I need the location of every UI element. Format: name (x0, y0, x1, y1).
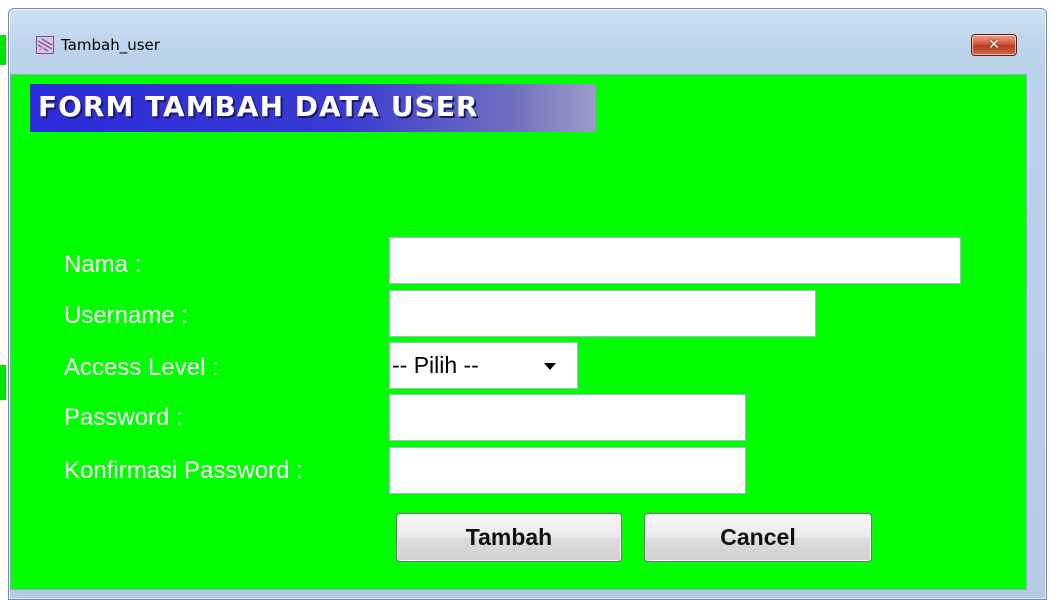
window-app-icon (36, 36, 54, 54)
nama-input[interactable] (389, 237, 961, 284)
close-button[interactable]: ✕ (971, 34, 1017, 56)
background-window-edge (0, 35, 6, 65)
background-window-edge (0, 365, 6, 400)
username-label: Username : (64, 302, 189, 329)
access-level-selected: -- Pilih -- (392, 352, 479, 378)
username-input[interactable] (389, 290, 816, 337)
window-title: Tambah_user (61, 36, 160, 54)
title-bar[interactable]: Tambah_user ✕ (9, 9, 1046, 81)
tambah-button[interactable]: Tambah (396, 513, 622, 562)
password-label: Password : (64, 404, 183, 431)
konfirmasi-password-input[interactable] (389, 447, 746, 494)
nama-label: Nama : (64, 251, 142, 278)
close-icon: ✕ (988, 37, 1000, 53)
konfirmasi-password-label: Konfirmasi Password : (64, 457, 303, 484)
cancel-button[interactable]: Cancel (644, 513, 872, 562)
desktop-background (0, 0, 1050, 8)
password-input[interactable] (389, 394, 746, 441)
form-heading: FORM TAMBAH DATA USER (38, 90, 479, 123)
chevron-down-icon[interactable] (544, 363, 556, 370)
access-level-label: Access Level : (64, 354, 219, 381)
